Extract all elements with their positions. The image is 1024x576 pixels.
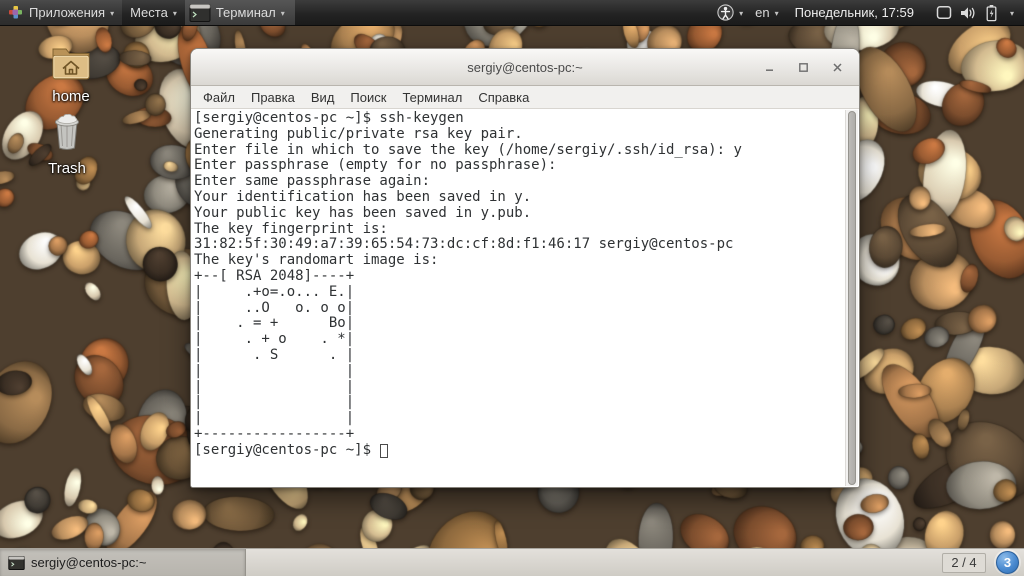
taskbar: sergiy@centos-pc:~ 2 / 4 3 <box>0 548 1024 576</box>
scrollbar-thumb[interactable] <box>848 111 856 485</box>
top-panel: Приложения ▾ Места ▾ Терминал ▾ ▾ en ▾ П… <box>0 0 1024 26</box>
chevron-down-icon: ▾ <box>774 9 779 18</box>
applications-menu-label: Приложения <box>29 5 106 20</box>
terminal-app-icon <box>8 555 25 571</box>
taskbar-window-button[interactable]: sergiy@centos-pc:~ <box>0 548 246 576</box>
terminal-line: | | <box>194 394 355 411</box>
desktop: Приложения ▾ Места ▾ Терминал ▾ ▾ en ▾ П… <box>0 0 1024 576</box>
desktop-icon-label: home <box>52 88 90 105</box>
desktop-icon-label: Trash <box>48 160 86 177</box>
home-folder-icon <box>50 44 92 80</box>
terminal-menu-item[interactable]: Поиск <box>342 88 394 107</box>
terminal-line: Enter file in which to save the key (/ho… <box>194 141 742 158</box>
applications-menu-icon <box>8 5 23 20</box>
terminal-output: [sergiy@centos-pc ~]$ ssh-keygen Generati… <box>194 110 843 459</box>
minimize-button[interactable] <box>759 57 779 77</box>
active-app-label: Терминал <box>215 5 276 20</box>
maximize-icon <box>798 62 809 73</box>
terminal-line: The key fingerprint is: <box>194 220 388 237</box>
terminal-line: | ..O o. o o| <box>194 299 355 316</box>
terminal-line: Enter passphrase (empty for no passphras… <box>194 157 557 174</box>
taskbar-window-label: sergiy@centos-pc:~ <box>31 555 147 570</box>
terminal-line: Generating public/private rsa key pair. <box>194 125 523 142</box>
chevron-down-icon: ▾ <box>739 9 744 18</box>
chevron-down-icon: ▾ <box>280 9 285 18</box>
terminal-line: Your identification has been saved in y. <box>194 188 532 205</box>
terminal-line: | | <box>194 410 355 427</box>
chevron-down-icon: ▾ <box>172 9 177 18</box>
clock[interactable]: Понедельник, 17:59 <box>785 5 924 20</box>
accessibility-icon <box>717 4 734 21</box>
system-status-icons[interactable]: ▾ <box>924 4 1018 22</box>
terminal-titlebar[interactable]: sergiy@centos-pc:~ <box>191 49 859 86</box>
terminal-line: | | <box>194 362 355 379</box>
terminal-line: | . = + Bo| <box>194 315 355 332</box>
panel-status-area: ▾ en ▾ Понедельник, 17:59 ▾ <box>711 0 1024 25</box>
trash-icon <box>50 110 84 152</box>
desktop-icon-trash[interactable]: Trash <box>29 110 105 177</box>
terminal-menu-item[interactable]: Терминал <box>394 88 470 107</box>
keyboard-layout-label: en <box>755 5 770 20</box>
close-icon <box>832 62 843 73</box>
terminal-prompt-line: [sergiy@centos-pc ~]$ <box>194 441 843 459</box>
terminal-window: sergiy@centos-pc:~ Файл Правка Вид Поиск… <box>190 48 860 488</box>
terminal-menubar: Файл Правка Вид Поиск Терминал Справка <box>191 86 859 109</box>
terminal-menu-item[interactable]: Справка <box>470 88 537 107</box>
terminal-line: | | <box>194 378 355 395</box>
terminal-screen[interactable]: [sergiy@centos-pc ~]$ ssh-keygen Generati… <box>191 109 859 487</box>
chevron-down-icon: ▾ <box>110 9 115 18</box>
chevron-down-icon: ▾ <box>1009 9 1014 18</box>
window-title: sergiy@centos-pc:~ <box>467 59 583 75</box>
display-icon <box>936 5 952 20</box>
volume-icon <box>959 5 978 21</box>
terminal-menu-item[interactable]: Файл <box>195 88 243 107</box>
places-menu[interactable]: Места ▾ <box>122 0 185 25</box>
terminal-cursor[interactable] <box>380 443 389 458</box>
notification-badge[interactable]: 3 <box>996 551 1019 574</box>
terminal-line: | .+o=.o... E.| <box>194 283 355 300</box>
terminal-line: Your public key has been saved in y.pub. <box>194 204 532 221</box>
terminal-line: +-----------------+ <box>194 425 355 442</box>
active-app-menu[interactable]: Терминал ▾ <box>184 0 295 25</box>
battery-charging-icon <box>985 4 998 22</box>
maximize-button[interactable] <box>793 57 813 77</box>
terminal-scrollbar[interactable] <box>845 110 858 486</box>
terminal-menu-item[interactable]: Правка <box>243 88 303 107</box>
terminal-line: Enter same passphrase again: <box>194 173 431 190</box>
workspace-pager[interactable]: 2 / 4 <box>942 552 986 573</box>
terminal-app-icon <box>189 2 211 24</box>
close-button[interactable] <box>827 57 847 77</box>
terminal-line: The key's randomart image is: <box>194 252 439 269</box>
terminal-line: | . S . | <box>194 346 355 363</box>
terminal-prompt: [sergiy@centos-pc ~]$ <box>194 441 380 458</box>
applications-menu[interactable]: Приложения ▾ <box>0 0 123 25</box>
accessibility-menu[interactable]: ▾ <box>711 0 749 25</box>
minimize-icon <box>764 62 775 73</box>
terminal-line: [sergiy@centos-pc ~]$ ssh-keygen <box>194 110 464 126</box>
terminal-line: 31:82:5f:30:49:a7:39:65:54:73:dc:cf:8d:f… <box>194 236 734 253</box>
terminal-line: +--[ RSA 2048]----+ <box>194 267 355 284</box>
terminal-menu-item[interactable]: Вид <box>303 88 343 107</box>
places-menu-label: Места <box>130 5 168 20</box>
desktop-icon-home[interactable]: home <box>33 44 109 105</box>
keyboard-layout-menu[interactable]: en ▾ <box>749 0 784 25</box>
window-controls <box>759 49 847 85</box>
terminal-line: | . + o . *| <box>194 331 355 348</box>
